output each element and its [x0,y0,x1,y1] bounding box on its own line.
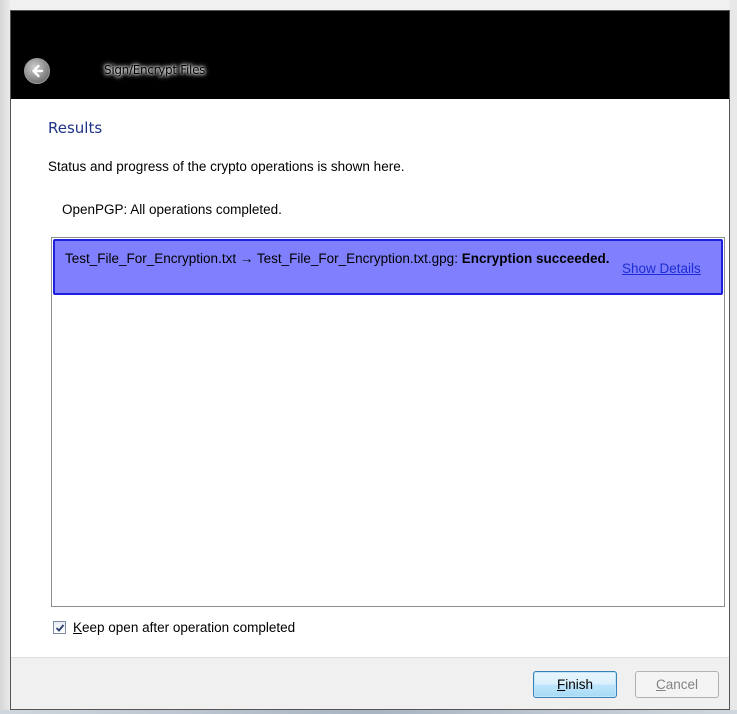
status-text: OpenPGP: All operations completed. [62,202,282,217]
keep-open-checkbox[interactable] [53,621,66,634]
cancel-button[interactable]: Cancel [635,671,719,698]
finish-label-rest: inish [565,677,593,692]
keep-open-option[interactable]: Keep open after operation completed [53,620,295,635]
keep-open-mnemonic: K [73,620,83,635]
page-title: Results [48,119,103,137]
checkmark-icon [55,623,64,632]
results-list[interactable]: Test_File_For_Encryption.txt → Test_File… [51,237,725,607]
finish-button[interactable]: Finish [533,671,617,698]
keep-open-label: Keep open after operation completed [73,620,295,635]
window-title: Sign/Encrypt Files [104,63,206,77]
result-arrow: → [236,251,257,266]
title-bar: Sign/Encrypt Files [11,11,729,99]
result-outcome: Encryption succeeded. [461,251,610,266]
result-item[interactable]: Test_File_For_Encryption.txt → Test_File… [53,239,723,295]
cancel-mnemonic: C [655,677,666,692]
desktop-edge-right [730,0,737,714]
keep-open-label-rest: eep open after operation completed [82,620,296,635]
cancel-label-rest: ancel [665,677,699,692]
show-details-link[interactable]: Show Details [622,261,701,276]
result-text: Test_File_For_Encryption.txt → Test_File… [65,250,610,267]
wizard-window: Sign/Encrypt Files Results Status and pr… [10,10,730,710]
button-bar: Finish Cancel [11,657,729,709]
page-description: Status and progress of the crypto operat… [48,159,405,174]
back-button[interactable] [24,58,50,84]
result-target-file: Test_File_For_Encryption.txt.gpg: [256,251,462,266]
result-source-file: Test_File_For_Encryption.txt [65,251,237,266]
taskbar-edge [0,710,737,714]
finish-mnemonic: F [556,677,566,692]
desktop-edge-left [0,0,10,714]
back-arrow-icon [32,64,44,78]
